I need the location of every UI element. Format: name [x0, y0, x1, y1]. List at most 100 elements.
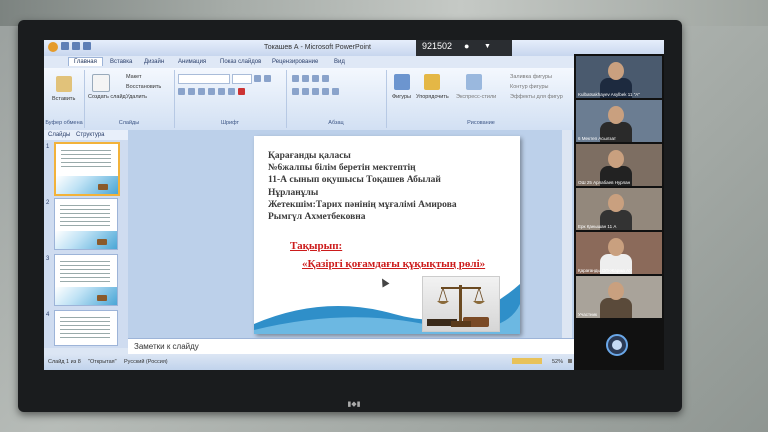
- thumb-text: [60, 317, 110, 341]
- arrange-icon[interactable]: [424, 74, 440, 90]
- thumb-number: 4: [46, 312, 50, 318]
- slide-thumbnail[interactable]: [54, 142, 120, 196]
- quick-access-toolbar: [48, 42, 91, 52]
- shrink-font-icon[interactable]: [264, 75, 271, 82]
- columns-icon[interactable]: [332, 88, 339, 95]
- slide-topic-title[interactable]: «Қазіргі қоғамдағы құқықтың рөлі»: [302, 258, 485, 270]
- current-slide[interactable]: Қарағанды қаласы №6жалпы білім беретін м…: [254, 136, 520, 334]
- tab-design[interactable]: Дизайн: [144, 59, 164, 65]
- participant-tile[interactable]: Қарағанды ОП-Жарма АУ: [576, 232, 662, 274]
- quick-styles-icon[interactable]: [466, 74, 482, 90]
- tab-insert[interactable]: Вставка: [110, 59, 132, 65]
- strikethrough-icon[interactable]: [208, 88, 215, 95]
- underline-icon[interactable]: [198, 88, 205, 95]
- tab-view[interactable]: Вид: [334, 59, 345, 65]
- new-slide-button[interactable]: Создать слайд: [88, 94, 126, 100]
- slide-thumbnail[interactable]: [54, 310, 118, 346]
- vertical-scrollbar[interactable]: [562, 130, 572, 348]
- italic-icon[interactable]: [188, 88, 195, 95]
- dropdown-icon[interactable]: ▼: [484, 43, 491, 50]
- grow-font-icon[interactable]: [254, 75, 261, 82]
- arrange-button[interactable]: Упорядочить: [416, 94, 449, 100]
- slide-line: Жетекшім:Тарих пәнінің мұғалімі Амирова: [268, 199, 457, 210]
- video-call-panel: Kulbatsakhayev Asylbek 11 "А" 6 Мектеп А…: [574, 54, 664, 370]
- slide-line: 11-А сынып оқушысы Тоқашев Абылай: [268, 175, 441, 186]
- participant-name: Kulbatsakhayev Asylbek 11 "А": [578, 92, 640, 97]
- thumb-number: 3: [46, 256, 50, 262]
- spacing-icon[interactable]: [228, 88, 235, 95]
- undo-icon[interactable]: [72, 42, 80, 50]
- shadow-icon[interactable]: [218, 88, 225, 95]
- slides-pane: Слайды Структура 1 2 3 4: [44, 130, 128, 348]
- paste-button[interactable]: Вставить: [52, 96, 75, 102]
- group-label-drawing: Рисование: [467, 120, 495, 126]
- participant-name: ОШ 25 Арлабаев Нурлан: [578, 180, 631, 185]
- user-icon[interactable]: ●: [464, 41, 469, 51]
- slide-editor: Қарағанды қаласы №6жалпы білім беретін м…: [128, 130, 574, 348]
- align-center-icon[interactable]: [302, 88, 309, 95]
- font-size-select[interactable]: [232, 74, 252, 84]
- shape-outline-button[interactable]: Контур фигуры: [510, 84, 548, 90]
- status-bar: Слайд 1 из 8 "Открытая" Русский (Россия)…: [44, 354, 664, 370]
- align-left-icon[interactable]: [292, 88, 299, 95]
- shape-effects-button[interactable]: Эффекты для фигур: [510, 94, 563, 100]
- new-slide-icon[interactable]: [92, 74, 110, 92]
- view-buttons-icon[interactable]: [512, 358, 542, 364]
- font-color-icon[interactable]: [238, 88, 245, 95]
- decrease-indent-icon[interactable]: [312, 75, 319, 82]
- thumb-image: [97, 295, 107, 301]
- bold-icon[interactable]: [178, 88, 185, 95]
- ribbon: Вставить Буфер обмена Создать слайд Маке…: [44, 68, 664, 131]
- increase-indent-icon[interactable]: [322, 75, 329, 82]
- delete-button[interactable]: Удалить: [126, 94, 147, 100]
- thumb-text: [61, 150, 111, 168]
- save-icon[interactable]: [61, 42, 69, 50]
- slide-thumbnail[interactable]: [54, 254, 118, 306]
- font-family-select[interactable]: [178, 74, 230, 84]
- zoom-level[interactable]: 52%: [552, 359, 563, 365]
- tab-review[interactable]: Рецензирование: [272, 59, 318, 65]
- participant-tile[interactable]: Kulbatsakhayev Asylbek 11 "А": [576, 56, 662, 98]
- numbering-icon[interactable]: [302, 75, 309, 82]
- notes-pane[interactable]: Заметки к слайду: [128, 338, 574, 355]
- window-title-bar: Токашев А - Microsoft PowerPoint 921502 …: [44, 40, 664, 56]
- tab-slides-pane[interactable]: Слайды: [48, 132, 70, 138]
- record-button[interactable]: [606, 334, 628, 356]
- group-label-slides: Слайды: [118, 120, 140, 126]
- slide-body-text[interactable]: Қарағанды қаласы №6жалпы білім беретін м…: [268, 150, 457, 223]
- slide-topic-label[interactable]: Тақырып:: [290, 240, 342, 252]
- participant-name: Қарағанды ОП-Жарма АУ: [578, 268, 632, 273]
- group-label-font: Шрифт: [220, 120, 240, 126]
- justice-scale-image[interactable]: [422, 276, 500, 332]
- quick-styles-button[interactable]: Экспресс-стили: [456, 94, 496, 100]
- shapes-button[interactable]: Фигуры: [392, 94, 411, 100]
- tv-screen: Токашев А - Microsoft PowerPoint 921502 …: [44, 40, 664, 370]
- layout-button[interactable]: Макет: [126, 74, 142, 80]
- reset-button[interactable]: Восстановить: [126, 84, 161, 90]
- shapes-icon[interactable]: [394, 74, 410, 90]
- align-right-icon[interactable]: [312, 88, 319, 95]
- language-indicator[interactable]: Русский (Россия): [124, 359, 168, 365]
- participant-tile[interactable]: Ерк Қанышан 11 А: [576, 188, 662, 230]
- participant-tile[interactable]: 6 Мектеп Асылзат: [576, 100, 662, 142]
- tab-slideshow[interactable]: Показ слайдов: [220, 59, 261, 65]
- slide-line: Нұрланұлы: [268, 187, 319, 198]
- paste-icon[interactable]: [56, 76, 72, 92]
- tab-outline-pane[interactable]: Структура: [76, 132, 104, 138]
- slide-thumbnail[interactable]: [54, 198, 118, 250]
- office-button-icon[interactable]: [48, 42, 58, 52]
- group-clipboard: Вставить Буфер обмена: [44, 70, 85, 128]
- tab-home[interactable]: Главная: [68, 57, 103, 66]
- participant-tile[interactable]: ОШ 25 Арлабаев Нурлан: [576, 144, 662, 186]
- group-slides: Создать слайд Макет Восстановить Удалить…: [84, 70, 175, 128]
- thumb-text: [60, 205, 110, 229]
- zoom-out-icon[interactable]: [568, 359, 572, 363]
- shape-fill-button[interactable]: Заливка фигуры: [510, 74, 552, 80]
- justify-icon[interactable]: [322, 88, 329, 95]
- participant-tile[interactable]: Участник: [576, 276, 662, 318]
- meeting-id: 921502: [422, 41, 453, 51]
- tab-animation[interactable]: Анимация: [178, 59, 206, 65]
- redo-icon[interactable]: [83, 42, 91, 50]
- slide-line: Рымгүл Ахметбековна: [268, 212, 366, 223]
- bullets-icon[interactable]: [292, 75, 299, 82]
